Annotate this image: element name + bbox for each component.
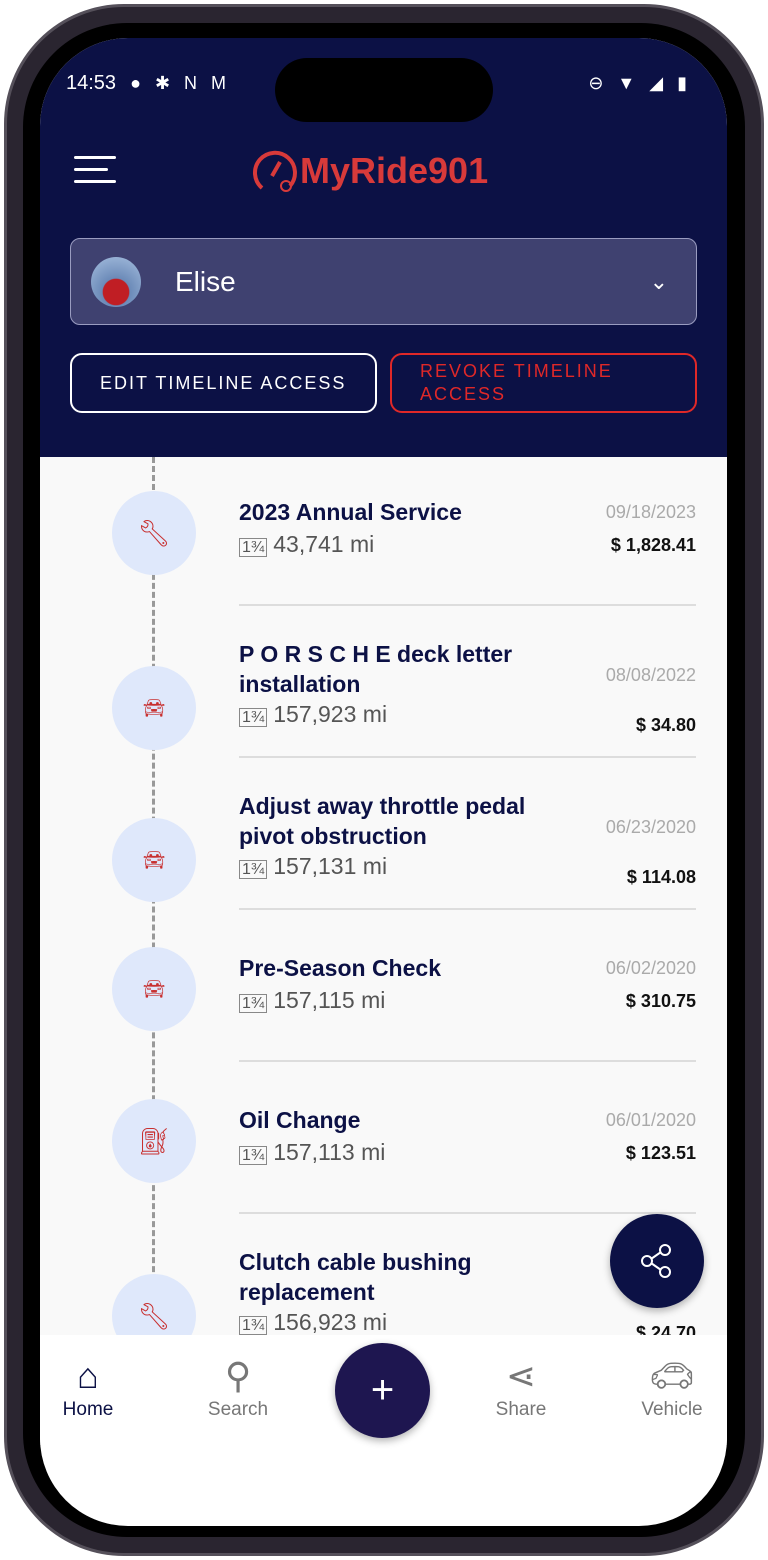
item-odometer: 1¾ 157,923 mi <box>239 701 387 728</box>
revoke-timeline-access-button[interactable]: REVOKE TIMELINE ACCESS <box>390 353 697 413</box>
camera-island <box>275 58 493 122</box>
item-odometer: 1¾ 157,113 mi <box>239 1139 385 1166</box>
odometer-icon: 1¾ <box>239 1146 268 1165</box>
vehicle-name: Elise <box>175 265 236 297</box>
notion-icon: N <box>184 72 198 93</box>
item-cost: $ 310.75 <box>625 991 696 1011</box>
status-time: 14:53 <box>66 71 117 94</box>
odometer-value: 156,923 mi <box>273 1309 388 1335</box>
divider <box>239 756 696 758</box>
share-fab[interactable] <box>610 1214 704 1308</box>
odometer-icon: 1¾ <box>239 708 268 727</box>
item-date: 06/23/2020 <box>605 817 696 837</box>
home-icon: ⌂ <box>77 1355 99 1396</box>
oil-can-icon: ⛽︎ <box>112 1099 196 1183</box>
header: 14:53 ● ✱ N M ⊖ ▼ ◢ ▮ MyRide901 Elise ⌄ … <box>40 38 727 457</box>
timeline: 🔧︎ 2023 Annual Service 1¾ 43,741 mi 09/18… <box>40 457 727 1335</box>
car-icon: 🚘︎ <box>112 947 196 1031</box>
nav-label: Share <box>495 1399 547 1420</box>
menu-icon[interactable] <box>74 156 116 184</box>
item-title: P O R S C H E deck letter installation <box>239 641 513 697</box>
tools-icon: 🔧︎ <box>112 1274 196 1335</box>
screen: 14:53 ● ✱ N M ⊖ ▼ ◢ ▮ MyRide901 Elise ⌄ … <box>40 38 727 1526</box>
plus-icon: + <box>370 1368 395 1412</box>
odometer-value: 43,741 mi <box>273 531 375 557</box>
share-icon <box>641 1244 671 1278</box>
edit-timeline-access-button[interactable]: EDIT TIMELINE ACCESS <box>70 353 377 413</box>
logo-text: MyRide901 <box>300 150 489 191</box>
item-title: Pre-Season Check <box>239 955 441 981</box>
vehicle-selector[interactable]: Elise ⌄ <box>70 238 697 325</box>
share-icon: ⋖ <box>505 1355 537 1396</box>
tools-icon: 🔧︎ <box>112 491 196 575</box>
item-odometer: 1¾ 43,741 mi <box>239 531 374 558</box>
item-title: Adjust away throttle pedal pivot obstruc… <box>239 793 526 849</box>
divider <box>239 604 696 606</box>
odometer-icon: 1¾ <box>239 1316 268 1335</box>
gmail-icon: M <box>211 72 227 93</box>
nav-vehicle[interactable]: 🚗︎ Vehicle <box>617 1353 727 1421</box>
nav-label: Vehicle <box>641 1399 703 1420</box>
nav-share[interactable]: ⋖ Share <box>466 1353 576 1421</box>
divider <box>239 908 696 910</box>
vehicle-avatar <box>91 256 141 307</box>
item-title: 2023 Annual Service <box>239 499 462 525</box>
timeline-item[interactable]: 🔧︎ 2023 Annual Service 1¾ 43,741 mi 09/18… <box>40 457 727 609</box>
odometer-value: 157,115 mi <box>273 987 386 1013</box>
timeline-item[interactable]: 🚘︎ Adjust away throttle pedal pivot obst… <box>40 761 727 913</box>
item-cost: $ 1,828.41 <box>610 535 696 555</box>
slack-icon: ✱ <box>154 72 171 93</box>
wifi-icon: ▼ <box>617 72 636 93</box>
signal-icon: ◢ <box>649 72 664 93</box>
nav-label: Search <box>207 1399 269 1420</box>
item-cost: $ 34.80 <box>635 715 696 735</box>
car-icon: 🚘︎ <box>112 818 196 902</box>
odometer-value: 157,113 mi <box>273 1139 386 1165</box>
item-title: Oil Change <box>239 1107 361 1133</box>
odometer-icon: 1¾ <box>239 994 268 1013</box>
item-odometer: 1¾ 156,923 mi <box>239 1309 387 1335</box>
chat-icon: ● <box>130 72 141 93</box>
item-title: Clutch cable bushing replacement <box>239 1249 472 1305</box>
car-icon: 🚘︎ <box>112 666 196 750</box>
item-date: 08/08/2022 <box>605 665 696 685</box>
item-cost: $ 114.08 <box>626 867 696 887</box>
add-entry-button[interactable]: + <box>335 1343 430 1438</box>
search-icon: ⚲ <box>224 1355 252 1396</box>
battery-icon: ▮ <box>677 72 687 93</box>
item-date: 06/01/2020 <box>605 1110 696 1130</box>
odometer-icon: 1¾ <box>239 538 268 557</box>
item-date: 09/18/2023 <box>605 502 696 522</box>
timeline-item[interactable]: ⛽︎ Oil Change 1¾ 157,113 mi 06/01/2020 $ … <box>40 1065 727 1217</box>
item-odometer: 1¾ 157,131 mi <box>239 853 387 880</box>
divider <box>239 1060 696 1062</box>
timeline-item[interactable]: 🚘︎ Pre-Season Check 1¾ 157,115 mi 06/02/2… <box>40 913 727 1065</box>
item-date: 06/02/2020 <box>605 958 696 978</box>
odometer-icon: 1¾ <box>239 860 268 879</box>
item-cost: $ 24.70 <box>635 1323 696 1335</box>
chevron-down-icon: ⌄ <box>649 268 668 294</box>
item-cost: $ 123.51 <box>625 1143 696 1163</box>
speedometer-icon <box>253 150 297 192</box>
nav-search[interactable]: ⚲ Search <box>183 1353 293 1421</box>
nav-label: Home <box>62 1399 114 1420</box>
item-odometer: 1¾ 157,115 mi <box>239 987 385 1014</box>
nav-home[interactable]: ⌂ Home <box>40 1353 143 1421</box>
odometer-value: 157,131 mi <box>273 853 388 879</box>
app-logo: MyRide901 <box>250 146 488 196</box>
car-icon: 🚗︎ <box>649 1355 695 1396</box>
dnd-icon: ⊖ <box>588 72 604 93</box>
timeline-item[interactable]: 🚘︎ P O R S C H E deck letter installatio… <box>40 609 727 761</box>
divider <box>239 1212 696 1214</box>
odometer-value: 157,923 mi <box>273 701 388 727</box>
